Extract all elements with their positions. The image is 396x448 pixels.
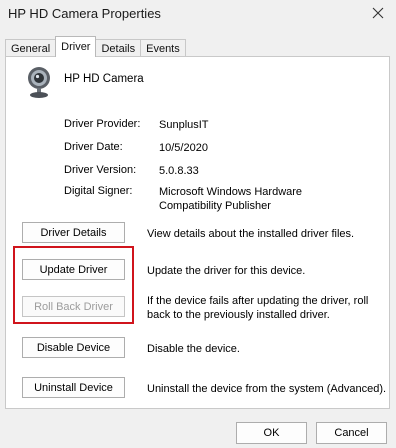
- uninstall-device-button[interactable]: Uninstall Device: [22, 377, 125, 398]
- driver-date-value: 10/5/2020: [159, 142, 208, 154]
- close-button[interactable]: [362, 0, 394, 26]
- tab-details[interactable]: Details: [95, 39, 142, 57]
- tab-strip: General Driver Details Events: [5, 36, 186, 57]
- title-bar: HP HD Camera Properties: [0, 0, 396, 30]
- tab-events[interactable]: Events: [140, 39, 186, 57]
- update-driver-button[interactable]: Update Driver: [22, 259, 125, 280]
- driver-version-label: Driver Version:: [64, 164, 137, 176]
- ok-button[interactable]: OK: [236, 422, 307, 444]
- driver-provider-value: SunplusIT: [159, 119, 209, 131]
- window-title: HP HD Camera Properties: [8, 6, 161, 21]
- driver-details-button[interactable]: Driver Details: [22, 222, 125, 243]
- tab-general[interactable]: General: [5, 39, 57, 57]
- roll-back-driver-button[interactable]: Roll Back Driver: [22, 296, 125, 317]
- close-icon: [372, 7, 384, 19]
- driver-panel: HP HD Camera Driver Provider: SunplusIT …: [5, 56, 390, 409]
- driver-date-label: Driver Date:: [64, 141, 123, 153]
- roll-back-driver-description: If the device fails after updating the d…: [147, 295, 369, 321]
- update-driver-description: Update the driver for this device.: [147, 265, 306, 277]
- device-name: HP HD Camera: [64, 73, 144, 85]
- webcam-icon: [28, 67, 50, 98]
- driver-provider-label: Driver Provider:: [64, 118, 141, 130]
- driver-details-description: View details about the installed driver …: [147, 228, 355, 240]
- cancel-button[interactable]: Cancel: [316, 422, 387, 444]
- disable-device-description: Disable the device.: [147, 343, 240, 355]
- tab-driver[interactable]: Driver: [55, 36, 97, 57]
- disable-device-button[interactable]: Disable Device: [22, 337, 125, 358]
- digital-signer-value: Microsoft Windows Hardware Compatibility…: [159, 186, 303, 212]
- digital-signer-label: Digital Signer:: [64, 185, 133, 197]
- driver-version-value: 5.0.8.33: [159, 165, 199, 177]
- uninstall-device-description: Uninstall the device from the system (Ad…: [147, 383, 387, 395]
